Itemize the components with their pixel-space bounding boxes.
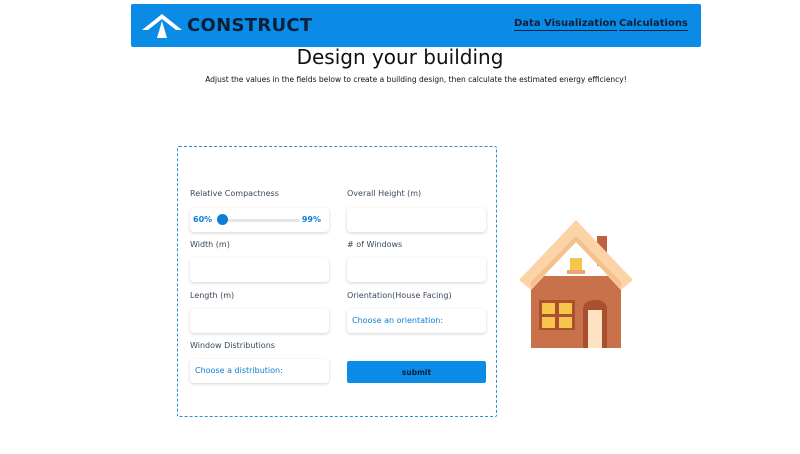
orientation-label: Orientation(House Facing) xyxy=(347,291,452,300)
page-subtitle: Adjust the values in the fields below to… xyxy=(205,75,627,84)
num-windows-field-box xyxy=(347,258,486,282)
nav-link-calculations[interactable]: Calculations xyxy=(619,18,688,31)
relative-compactness-label: Relative Compactness xyxy=(190,189,279,198)
navbar: CONSTRUCT Data Visualization Calculation… xyxy=(131,4,701,47)
house-icon xyxy=(519,220,633,348)
length-label: Length (m) xyxy=(190,291,235,300)
length-field-box xyxy=(190,309,329,333)
length-input[interactable] xyxy=(190,309,329,333)
orientation-select[interactable]: Choose an orientation: xyxy=(347,309,486,333)
num-windows-input[interactable] xyxy=(347,258,486,282)
window-distributions-selected-value: Choose a distribution: xyxy=(195,366,283,375)
width-label: Width (m) xyxy=(190,240,230,249)
width-input[interactable] xyxy=(190,258,329,282)
num-windows-label: # of Windows xyxy=(347,240,403,249)
window-distributions-select[interactable]: Choose a distribution: xyxy=(190,359,329,383)
slider-track[interactable] xyxy=(220,219,300,222)
page-title: Design your building xyxy=(296,45,504,69)
slider-min-label: 60% xyxy=(193,215,213,224)
nav-link-data-visualization[interactable]: Data Visualization xyxy=(514,18,617,31)
overall-height-input[interactable] xyxy=(347,208,486,232)
submit-button[interactable]: submit xyxy=(347,361,486,383)
width-field-box xyxy=(190,258,329,282)
window-distributions-label: Window Distributions xyxy=(190,341,275,350)
orientation-selected-value: Choose an orientation: xyxy=(352,316,444,325)
slider-max-label: 99% xyxy=(301,215,321,224)
relative-compactness-slider[interactable]: 60% 99% xyxy=(190,208,329,232)
slider-thumb[interactable] xyxy=(217,214,228,225)
overall-height-label: Overall Height (m) xyxy=(347,189,422,198)
logo-roof-icon[interactable] xyxy=(141,13,183,39)
overall-height-field-box xyxy=(347,208,486,232)
logo-text[interactable]: CONSTRUCT xyxy=(187,15,312,36)
